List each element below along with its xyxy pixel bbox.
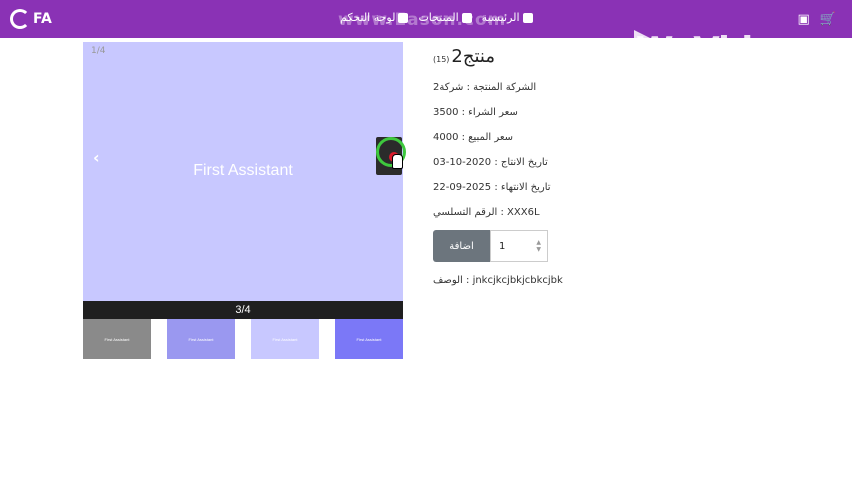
nav-link-home-label: الرئيسية: [481, 11, 520, 24]
brand-name: FA: [33, 11, 52, 27]
thumbnail-strip: First Assistant First Assistant First As…: [83, 319, 403, 359]
carousel-caption: 3/4: [83, 301, 403, 319]
thumbnail-4[interactable]: First Assistant: [335, 319, 403, 359]
thumbnail-2[interactable]: First Assistant: [167, 319, 235, 359]
product-company: الشركة المنتجة : شركة2: [433, 82, 537, 93]
nav-link-products-label: المنتجات: [418, 11, 459, 24]
add-to-cart-button[interactable]: اضافة: [433, 230, 490, 262]
stepper-arrows-icon[interactable]: ▲ ▼: [536, 239, 541, 253]
product-purchase-price: سعر الشراء : 3500: [433, 107, 518, 118]
logo-icon: [10, 9, 30, 29]
slide-counter: 1/4: [91, 46, 106, 56]
quantity-stepper[interactable]: 1 ▲ ▼: [490, 230, 548, 262]
product-serial: الرقم التسلسي : XXX6L: [433, 207, 540, 218]
product-description: الوصف : jnkcjkcjbkjcbkcjbk: [433, 275, 563, 286]
hand-cursor-icon: [392, 154, 403, 169]
quantity-value: 1: [499, 240, 506, 252]
shop-icon: [461, 12, 472, 23]
product-count: (15): [433, 55, 450, 64]
nav-links: الرئيسية المنتجات لوحة التحكم: [340, 11, 533, 24]
image-icon[interactable]: ▣: [798, 12, 810, 27]
product-title: منتج2: [451, 46, 495, 67]
nav-link-products[interactable]: المنتجات: [418, 11, 472, 24]
brand[interactable]: FA: [10, 8, 52, 30]
nav-right-icons: ▣ 🛒: [798, 12, 836, 27]
chevron-left-icon[interactable]: ‹: [93, 148, 100, 167]
nav-link-dashboard[interactable]: لوحة التحكم: [340, 11, 409, 24]
product-heading: (15) منتج2: [433, 46, 495, 67]
video-watermark: WeVideo: [636, 30, 797, 70]
dashboard-icon: [398, 12, 409, 23]
thumbnail-3[interactable]: First Assistant: [251, 319, 319, 359]
product-carousel[interactable]: 1/4 First Assistant ‹: [83, 42, 406, 301]
nav-link-home[interactable]: الرئيسية: [482, 11, 533, 24]
cart-icon[interactable]: 🛒: [820, 12, 836, 27]
slide-text: First Assistant: [193, 162, 293, 179]
home-icon: [522, 12, 533, 23]
product-production-date: تاريخ الانتاج : 2020-10-03: [433, 157, 548, 168]
nav-link-dashboard-label: لوحة التحكم: [340, 11, 396, 24]
thumbnail-1[interactable]: First Assistant: [83, 319, 151, 359]
add-to-cart-form: اضافة 1 ▲ ▼: [433, 230, 548, 262]
product-sale-price: سعر المبيع : 4000: [433, 132, 514, 143]
product-expiry-date: تاريخ الانتهاء : 2025-09-22: [433, 182, 551, 193]
